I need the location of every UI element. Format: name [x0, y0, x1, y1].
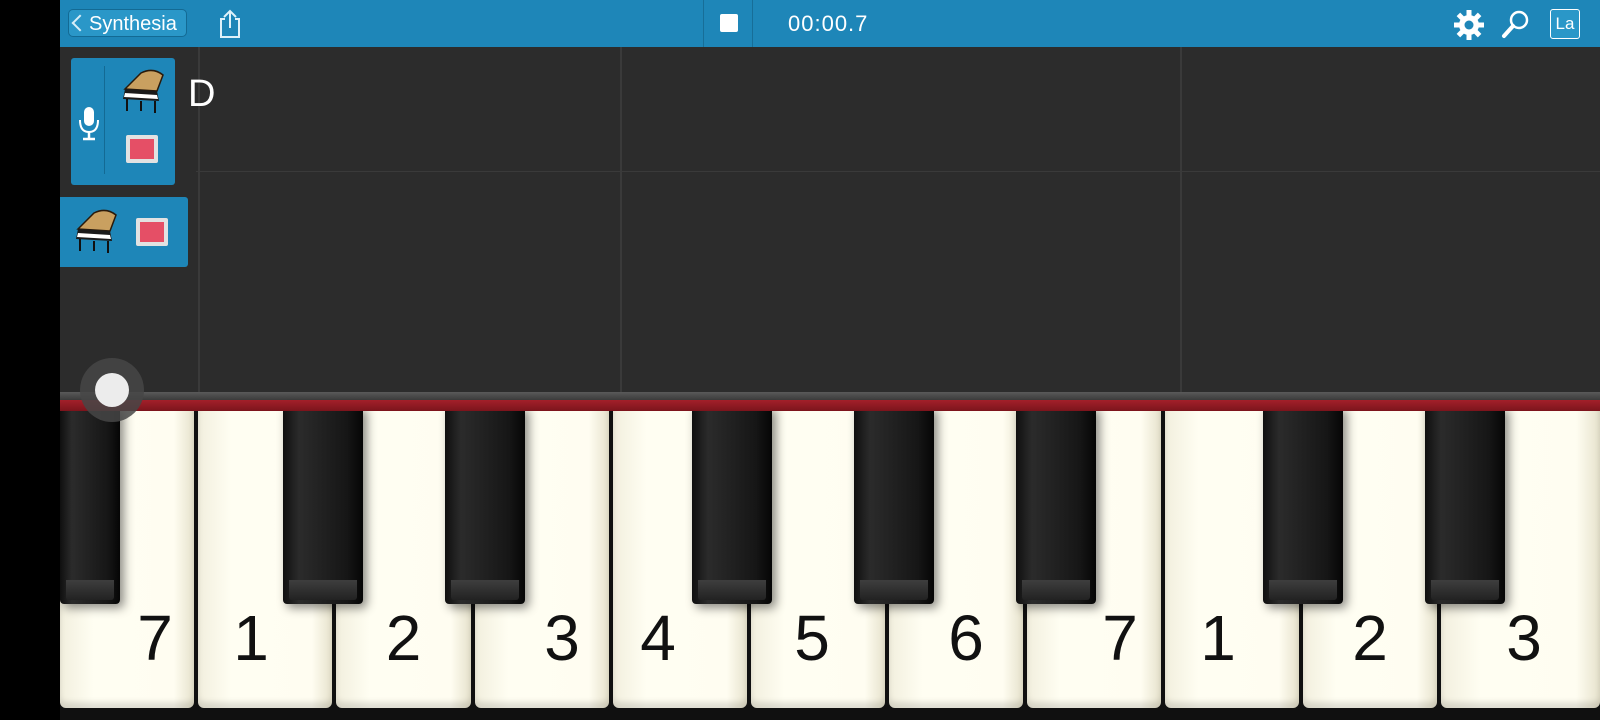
back-button[interactable]: Synthesia [68, 9, 187, 37]
black-key[interactable] [1425, 406, 1505, 604]
key-number-label: 2 [385, 602, 422, 674]
black-key-cap [1022, 580, 1090, 600]
piano-keyboard: 7 1 2 3 4 5 6 7 1 2 3 [60, 400, 1600, 720]
timeline-gridline [1180, 47, 1182, 392]
scroll-handle-knob[interactable] [95, 373, 129, 407]
keyboard-divider [60, 392, 1600, 400]
transport-control [703, 0, 753, 47]
key-number-label: 1 [1200, 602, 1236, 674]
microphone-icon[interactable] [78, 106, 100, 142]
back-button-label: Synthesia [89, 13, 177, 35]
language-button[interactable]: La [1550, 9, 1580, 39]
black-key[interactable] [283, 406, 363, 604]
stop-icon[interactable] [720, 14, 738, 32]
top-toolbar: Synthesia 00:00.7 La [60, 0, 1600, 47]
record-toggle[interactable] [136, 218, 168, 246]
black-key-cap [1269, 580, 1337, 600]
key-number-label: 4 [640, 602, 676, 674]
black-key-cap [698, 580, 766, 600]
search-icon[interactable] [1500, 8, 1532, 40]
track-control-separator [104, 66, 105, 174]
track-divider-line [196, 171, 1600, 172]
record-square-icon [140, 222, 164, 242]
black-key-cap [289, 580, 357, 600]
black-key-cap [1431, 580, 1499, 600]
chevron-left-icon [71, 14, 89, 32]
key-number-label: 2 [1352, 602, 1388, 674]
black-key[interactable] [1263, 406, 1343, 604]
black-key[interactable] [854, 406, 934, 604]
key-felt-strip [60, 400, 1600, 411]
black-key-cap [66, 580, 114, 600]
black-key[interactable] [445, 406, 525, 604]
track-1-controls[interactable] [71, 58, 175, 185]
track-timeline: D [60, 47, 1600, 392]
key-number-label: 5 [794, 602, 830, 674]
black-key-cap [860, 580, 928, 600]
timeline-gridline [620, 47, 622, 392]
grand-piano-icon[interactable] [117, 67, 167, 115]
black-key-cap [451, 580, 519, 600]
black-key[interactable] [1016, 406, 1096, 604]
grand-piano-icon[interactable] [70, 207, 120, 255]
record-square-icon [130, 139, 154, 159]
key-number-label: 3 [1506, 602, 1542, 674]
record-toggle[interactable] [126, 135, 158, 163]
share-icon[interactable] [215, 8, 245, 40]
scroll-handle[interactable] [80, 358, 144, 422]
synthesia-app: Synthesia 00:00.7 La D 7 1 2 3 4 5 6 7 1… [60, 0, 1600, 720]
gear-icon[interactable] [1453, 9, 1485, 41]
black-key[interactable] [692, 406, 772, 604]
black-key[interactable] [60, 406, 120, 604]
current-note-label: D [188, 73, 216, 115]
key-number-label: 6 [948, 602, 984, 674]
playback-time: 00:00.7 [788, 11, 869, 36]
key-number-label: 1 [233, 602, 269, 674]
track-2-controls[interactable] [60, 197, 188, 267]
